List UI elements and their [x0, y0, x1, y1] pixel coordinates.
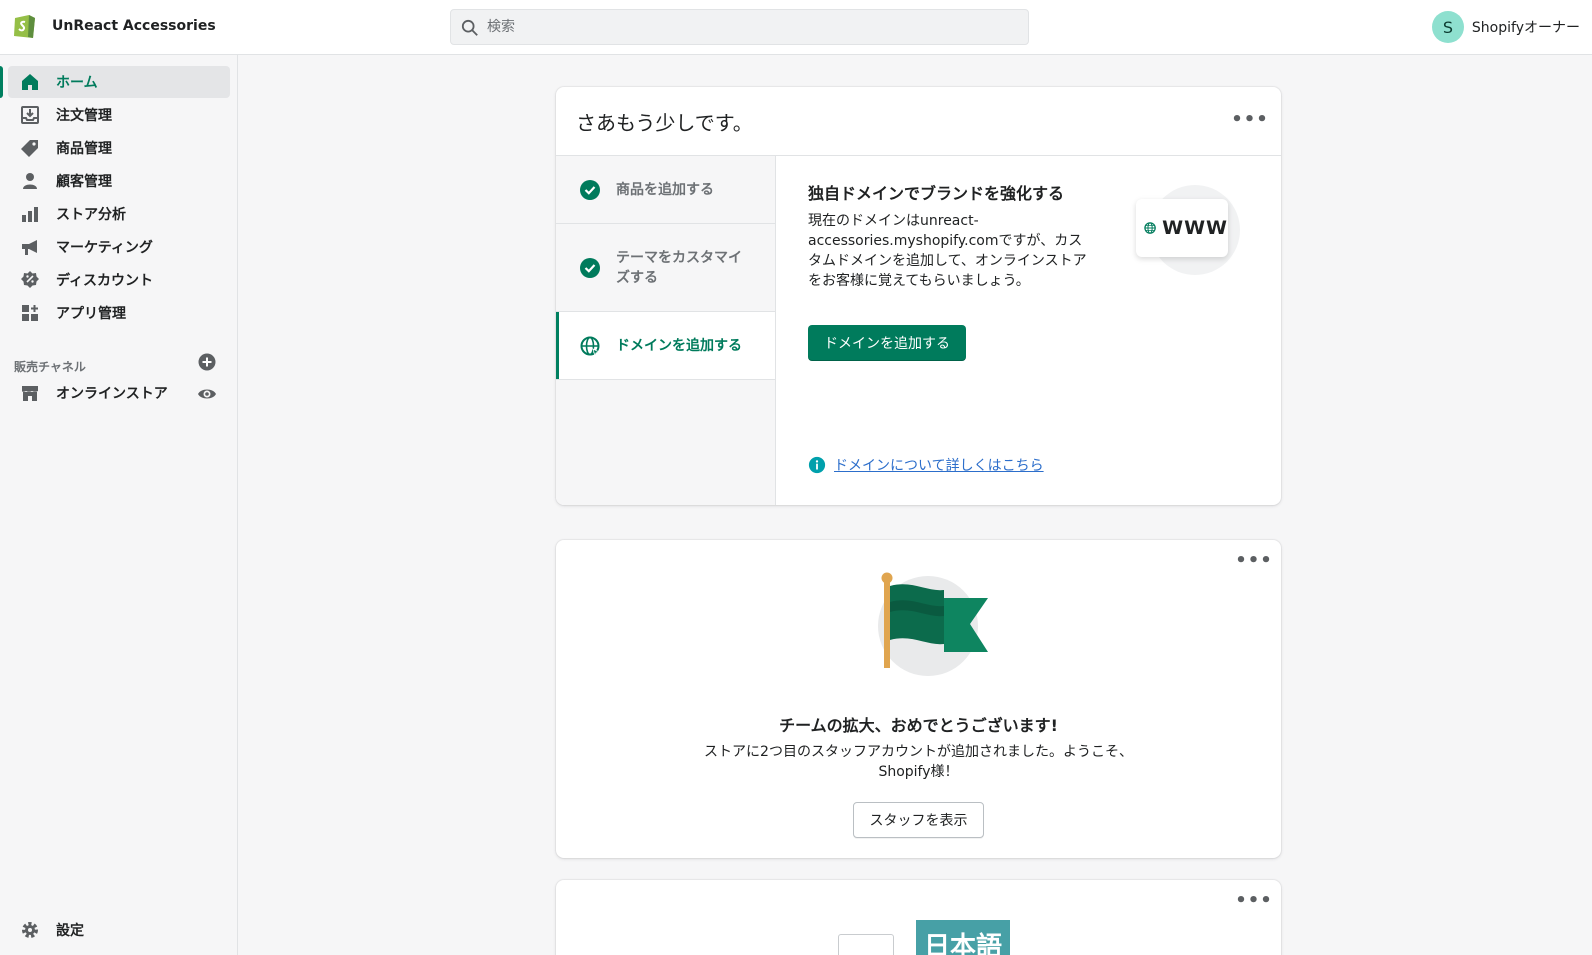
step-label: 商品を追加する: [616, 182, 714, 198]
language-card: ••• 日本語: [556, 880, 1281, 955]
customer-icon: [20, 171, 40, 191]
sidebar-item-label: 顧客管理: [56, 174, 112, 190]
flag-illustration: [878, 572, 988, 676]
step-label-line1: テーマをカスタマイ: [616, 250, 742, 266]
orders-icon: [20, 105, 40, 125]
step-label: ドメインを追加する: [616, 338, 742, 354]
sidebar-item-apps[interactable]: アプリ管理: [8, 297, 230, 329]
active-indicator: [0, 66, 3, 98]
www-label: WWW: [1162, 217, 1228, 239]
document-illustration: [838, 934, 894, 955]
discount-icon: [20, 270, 40, 290]
card-title: チームの拡大、おめでとうございます!: [779, 716, 1058, 735]
sidebar-item-customers[interactable]: 顧客管理: [8, 165, 230, 197]
sales-channels-title: 販売チャネル: [14, 360, 86, 374]
team-card: ••• チームの拡大、おめでとうございます! ストアに2つ目のスタッフアカウント…: [556, 540, 1281, 858]
search-bar[interactable]: [450, 9, 1029, 45]
step-add-domain[interactable]: ドメインを追加する: [556, 312, 775, 380]
step-label-line2: ズする: [616, 270, 658, 286]
sidebar-item-label: ディスカウント: [56, 273, 154, 289]
step-add-product[interactable]: 商品を追加する: [556, 156, 775, 224]
language-illustration: 日本語: [838, 920, 1010, 955]
more-actions-icon[interactable]: •••: [1231, 109, 1268, 130]
sidebar-item-settings[interactable]: 設定: [8, 914, 230, 946]
sidebar-item-label: オンラインストア: [56, 386, 168, 402]
sidebar-item-home[interactable]: ホーム: [8, 66, 230, 98]
card-title: さあもう少しです。: [576, 111, 753, 135]
check-circle-icon: [580, 258, 600, 278]
learn-more-link[interactable]: ドメインについて詳しくはこちら: [834, 455, 1044, 475]
more-actions-icon[interactable]: •••: [1235, 550, 1272, 571]
sidebar-item-label: ストア分析: [56, 207, 126, 223]
sidebar-item-label: アプリ管理: [56, 306, 126, 322]
language-label: 日本語: [916, 920, 1010, 955]
step-label: テーマをカスタマイ ズする: [616, 248, 742, 288]
www-illustration: WWW: [1136, 185, 1240, 277]
home-icon: [20, 72, 40, 92]
detail-title: 独自ドメインでブランドを強化する: [808, 184, 1065, 203]
gear-icon: [20, 920, 40, 940]
add-domain-button[interactable]: ドメインを追加する: [808, 325, 966, 361]
learn-more-row: ドメインについて詳しくはこちら: [808, 455, 1044, 475]
sidebar-item-marketing[interactable]: マーケティング: [8, 231, 230, 263]
sidebar-item-discounts[interactable]: ディスカウント: [8, 264, 230, 296]
globe-icon: [1144, 222, 1156, 234]
sidebar-item-products[interactable]: 商品管理: [8, 132, 230, 164]
sidebar-item-orders[interactable]: 注文管理: [8, 99, 230, 131]
setup-steps: 商品を追加する テーマをカスタマイ ズする ドメインを追加する: [556, 156, 776, 505]
shopify-logo-icon[interactable]: [12, 12, 38, 40]
view-staff-button[interactable]: スタッフを表示: [853, 802, 984, 838]
sidebar-item-label: ホーム: [56, 75, 98, 91]
globe-icon: [580, 336, 600, 356]
more-actions-icon[interactable]: •••: [1235, 890, 1272, 911]
step-customize-theme[interactable]: テーマをカスタマイ ズする: [556, 224, 775, 312]
info-icon: [808, 456, 826, 474]
www-badge: WWW: [1136, 199, 1228, 257]
analytics-icon: [20, 204, 40, 224]
store-icon: [20, 383, 40, 403]
search-input[interactable]: [487, 10, 1017, 44]
apps-icon: [20, 303, 40, 323]
selected-indicator: [556, 312, 559, 379]
setup-guide-card: さあもう少しです。 ••• 商品を追加する テーマをカスタマイ ズする ドメイン…: [556, 87, 1281, 505]
store-name[interactable]: UnReact Accessories: [52, 18, 216, 34]
sidebar: ホーム 注文管理 商品管理 顧客管理 ストア分析 マーケティング ディスカウント…: [0, 55, 238, 955]
sidebar-item-label: 注文管理: [56, 108, 112, 124]
eye-icon[interactable]: [197, 384, 217, 404]
account-menu[interactable]: S Shopifyオーナー: [1431, 11, 1580, 43]
megaphone-icon: [20, 237, 40, 257]
sidebar-item-label: マーケティング: [56, 240, 153, 256]
tag-icon: [20, 138, 40, 158]
account-name: Shopifyオーナー: [1471, 20, 1580, 36]
sidebar-item-label: 商品管理: [56, 141, 112, 157]
search-icon: [461, 19, 478, 36]
sidebar-item-label: 設定: [56, 923, 84, 939]
sidebar-item-analytics[interactable]: ストア分析: [8, 198, 230, 230]
check-circle-icon: [580, 180, 600, 200]
avatar: S: [1431, 11, 1464, 43]
card-description: ストアに2つ目のスタッフアカウントが追加されました。ようこそ、 Shopify様…: [704, 744, 1133, 780]
detail-description: 現在のドメインはunreact-accessories.myshopify.co…: [808, 213, 1087, 289]
add-channel-icon[interactable]: [197, 352, 217, 372]
top-bar: UnReact Accessories S Shopifyオーナー: [0, 0, 1592, 55]
sidebar-item-online-store[interactable]: オンラインストア: [8, 377, 188, 409]
